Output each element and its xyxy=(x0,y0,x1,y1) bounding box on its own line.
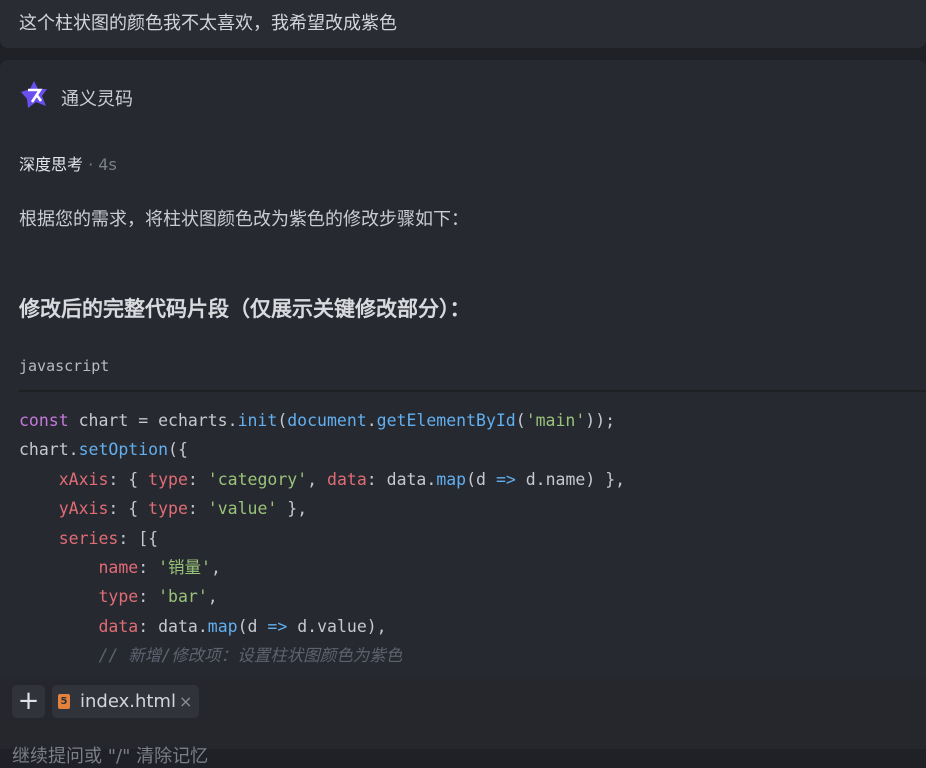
tongyi-logo-icon xyxy=(21,81,47,108)
assistant-name: 通义灵码 xyxy=(61,89,133,110)
add-context-button[interactable]: + xyxy=(12,685,45,718)
intro-text: 根据您的需求，将柱状图颜色改为紫色的修改步骤如下： xyxy=(19,209,469,230)
section-heading: 修改后的完整代码片段（仅展示关键修改部分）： xyxy=(19,297,471,321)
user-message: 这个柱状图的颜色我不太喜欢，我希望改成紫色 xyxy=(0,0,926,48)
code-block: const chart = echarts.init(document.getE… xyxy=(19,411,626,666)
code-language: javascript xyxy=(19,357,110,375)
plus-icon: + xyxy=(17,686,40,716)
deep-thinking-toggle[interactable]: 深度思考 · 4s xyxy=(19,151,117,175)
html5-icon: 5 xyxy=(58,694,70,709)
chat-input[interactable]: 继续提问或 "/" 清除记忆 xyxy=(12,742,208,768)
file-chip[interactable]: 5 index.html × xyxy=(52,685,199,718)
divider xyxy=(19,390,926,392)
close-icon[interactable]: × xyxy=(179,692,192,711)
